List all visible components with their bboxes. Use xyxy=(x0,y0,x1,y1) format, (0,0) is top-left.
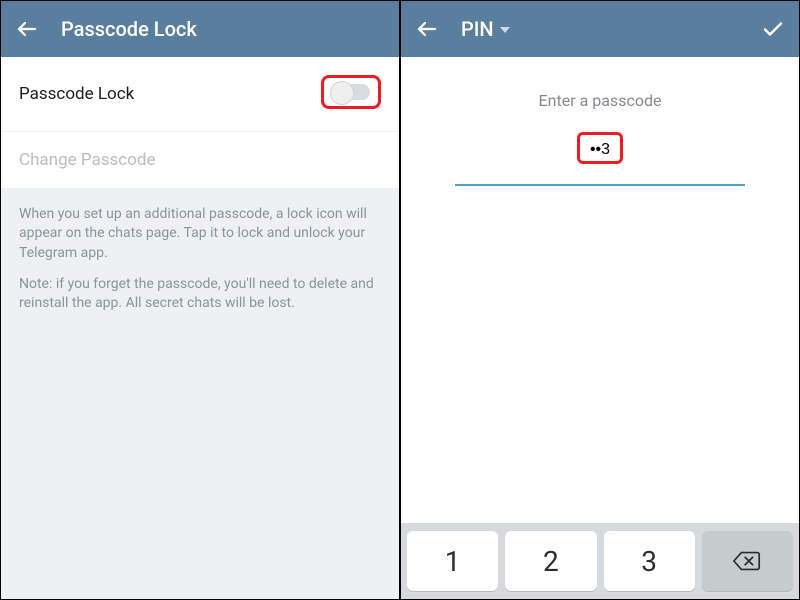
header-right: PIN xyxy=(401,1,799,57)
pin-highlight: ••3 xyxy=(577,132,623,164)
chevron-down-icon xyxy=(500,27,510,33)
page-title: Passcode Lock xyxy=(61,17,197,41)
back-icon[interactable] xyxy=(415,17,439,41)
key-backspace[interactable] xyxy=(702,531,793,591)
passcode-type-dropdown[interactable]: PIN xyxy=(461,17,510,41)
passcode-lock-label: Passcode Lock xyxy=(19,84,134,104)
help-text: When you set up an additional passcode, … xyxy=(1,189,399,599)
help-paragraph-1: When you set up an additional passcode, … xyxy=(19,205,381,263)
enter-passcode-label: Enter a passcode xyxy=(539,91,662,110)
key-2[interactable]: 2 xyxy=(505,531,596,591)
key-3[interactable]: 3 xyxy=(604,531,695,591)
help-paragraph-2: Note: if you forget the passcode, you'll… xyxy=(19,275,381,314)
pin-input[interactable] xyxy=(455,168,745,186)
enter-passcode-pane: PIN Enter a passcode ••3 1 2 xyxy=(399,1,799,599)
enter-passcode-area: Enter a passcode ••3 xyxy=(401,57,799,186)
toggle-highlight xyxy=(321,75,381,109)
numeric-keypad: 1 2 3 xyxy=(401,523,799,599)
confirm-icon[interactable] xyxy=(761,17,785,41)
passcode-settings-pane: Passcode Lock Passcode Lock Change Passc… xyxy=(1,1,399,599)
passcode-lock-row[interactable]: Passcode Lock xyxy=(1,57,399,132)
change-passcode-label: Change Passcode xyxy=(19,150,155,170)
key-1[interactable]: 1 xyxy=(407,531,498,591)
pin-value: ••3 xyxy=(590,141,610,158)
back-icon[interactable] xyxy=(15,17,39,41)
backspace-icon xyxy=(732,549,762,573)
passcode-lock-toggle[interactable] xyxy=(332,84,370,100)
header-left: Passcode Lock xyxy=(1,1,399,57)
change-passcode-row: Change Passcode xyxy=(1,132,399,189)
passcode-type-label: PIN xyxy=(461,17,494,41)
